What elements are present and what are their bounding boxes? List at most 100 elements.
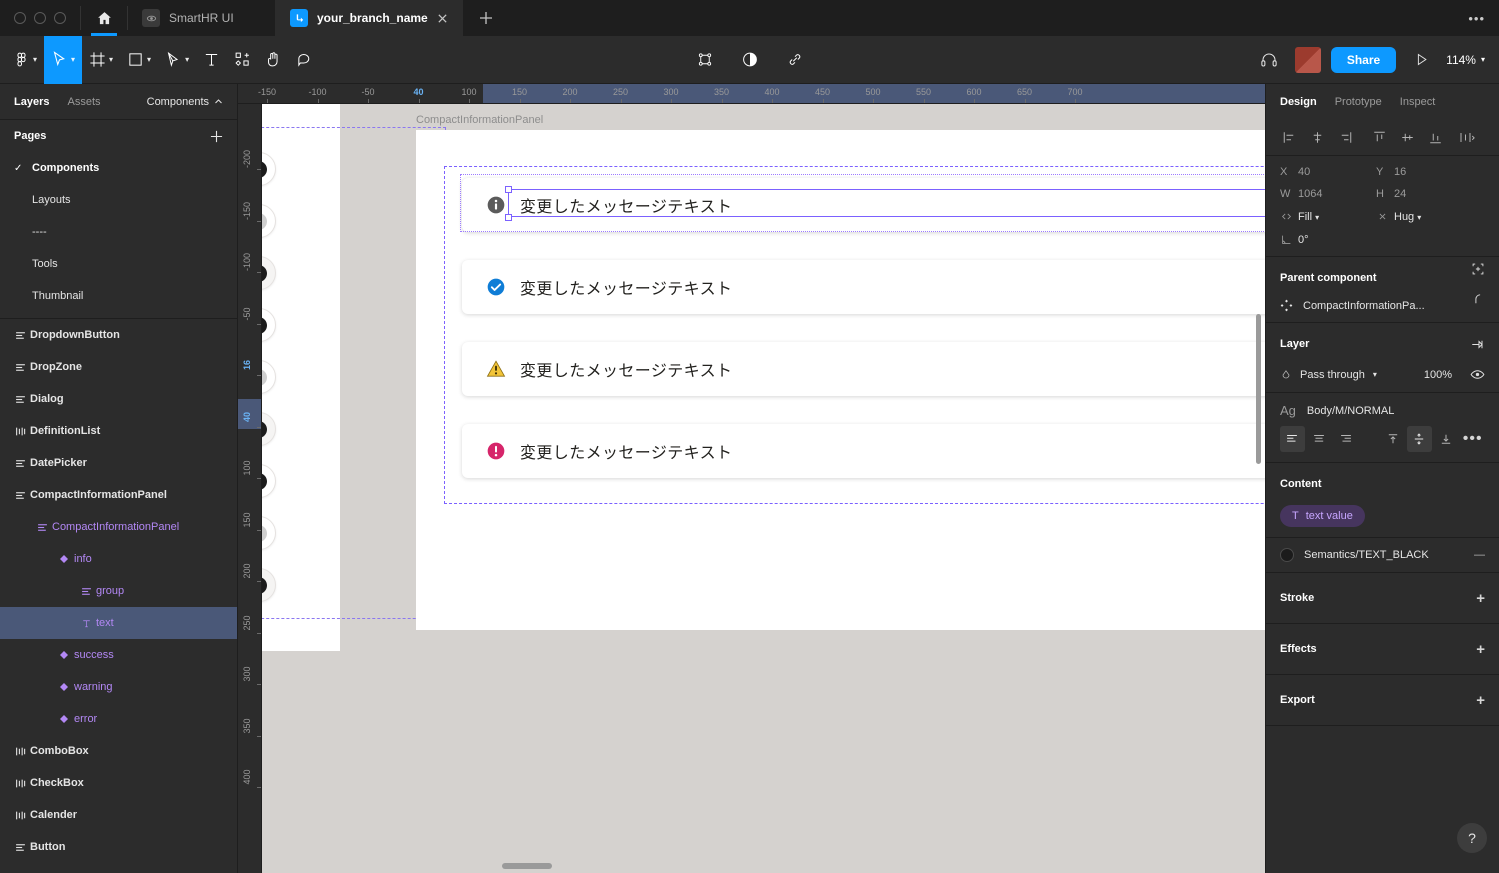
apply-layer-style-icon[interactable]: [1470, 337, 1485, 352]
x-value[interactable]: 40: [1298, 166, 1376, 178]
remove-fill-button[interactable]: —: [1474, 549, 1485, 561]
minimize-window-dot[interactable]: [34, 12, 46, 24]
library-selector[interactable]: Components: [147, 96, 223, 108]
information-panel-success[interactable]: 変更したメッセージテキスト: [462, 260, 1265, 314]
parent-component-row[interactable]: CompactInformationPa...: [1280, 299, 1485, 312]
close-icon[interactable]: ✕: [262, 525, 267, 542]
layer-item-group[interactable]: group: [0, 575, 237, 607]
close-icon[interactable]: ✕: [262, 577, 267, 594]
visibility-eye-icon[interactable]: [1470, 367, 1485, 382]
close-window-dot[interactable]: [14, 12, 26, 24]
page-item-layouts[interactable]: Layouts: [0, 184, 237, 216]
vertical-resizing-value[interactable]: Hug ▾: [1394, 211, 1472, 223]
close-icon[interactable]: ✕: [262, 421, 267, 438]
text-style-row[interactable]: Ag Body/M/NORMAL: [1280, 403, 1485, 418]
fill-style-row[interactable]: Semantics/TEXT_BLACK —: [1280, 548, 1485, 562]
page-item--[interactable]: ----: [0, 216, 237, 248]
frame-name-label[interactable]: CompactInformationPanel: [416, 114, 543, 126]
close-icon[interactable]: ✕: [262, 317, 267, 334]
layer-item-text[interactable]: text: [0, 607, 237, 639]
page-item-thumbnail[interactable]: Thumbnail: [0, 280, 237, 312]
help-button[interactable]: ?: [1457, 823, 1487, 853]
text-tool-button[interactable]: [196, 36, 227, 84]
text-align-right-icon[interactable]: [1333, 426, 1358, 452]
tab-assets[interactable]: Assets: [67, 96, 100, 108]
resize-handle-top-left[interactable]: [505, 186, 512, 193]
page-item-tools[interactable]: Tools: [0, 248, 237, 280]
canvas-vertical-scrollbar[interactable]: [1256, 314, 1261, 464]
layer-item-calender[interactable]: Calender: [0, 799, 237, 831]
tab-prototype[interactable]: Prototype: [1335, 96, 1382, 108]
audio-chat-button[interactable]: [1253, 36, 1285, 84]
shape-tool-button[interactable]: ▾: [120, 36, 158, 84]
frame-tool-button[interactable]: ▾: [82, 36, 120, 84]
close-icon[interactable]: ✕: [262, 213, 267, 230]
tab-design[interactable]: Design: [1280, 96, 1317, 108]
text-align-left-icon[interactable]: [1280, 426, 1305, 452]
home-tab-button[interactable]: [81, 0, 127, 36]
layer-item-button[interactable]: Button: [0, 831, 237, 863]
resources-button[interactable]: [227, 36, 258, 84]
new-tab-button[interactable]: [463, 0, 509, 36]
maximize-window-dot[interactable]: [54, 12, 66, 24]
align-vertical-center-icon[interactable]: [1394, 125, 1420, 151]
share-button[interactable]: Share: [1331, 47, 1396, 73]
close-icon[interactable]: ✕: [262, 265, 267, 282]
link-button[interactable]: [779, 36, 810, 84]
close-icon[interactable]: [437, 13, 448, 24]
comment-tool-button[interactable]: [289, 36, 320, 84]
layer-item-success[interactable]: success: [0, 639, 237, 671]
zoom-control[interactable]: 114% ▾: [1446, 53, 1485, 67]
tab-inspect[interactable]: Inspect: [1400, 96, 1435, 108]
horizontal-resizing-value[interactable]: Fill ▾: [1298, 211, 1376, 223]
layer-item-warning[interactable]: warning: [0, 671, 237, 703]
layer-item-dialog[interactable]: Dialog: [0, 383, 237, 415]
artboard-chips[interactable]: ✕ ✕ ✕ ✕ ✕ ✕ ✕ ✕ ✕: [262, 104, 340, 651]
text-valign-middle-icon[interactable]: [1407, 426, 1432, 452]
add-stroke-button[interactable]: +: [1476, 591, 1485, 606]
move-tool-button[interactable]: ▾: [44, 36, 82, 84]
constraints-icon[interactable]: [1471, 262, 1485, 276]
layer-item-error[interactable]: error: [0, 703, 237, 735]
tab-smarthr-ui[interactable]: SmartHR UI: [128, 0, 276, 36]
hand-tool-button[interactable]: [258, 36, 289, 84]
layer-item-combobox[interactable]: ComboBox: [0, 735, 237, 767]
tab-your-branch-name[interactable]: your_branch_name: [276, 0, 463, 36]
add-export-button[interactable]: +: [1476, 693, 1485, 708]
layer-item-datepicker[interactable]: DatePicker: [0, 447, 237, 479]
mask-button[interactable]: [734, 36, 765, 84]
content-property-chip[interactable]: T text value: [1280, 505, 1365, 527]
layer-item-compactinformationpanel[interactable]: CompactInformationPanel: [0, 479, 237, 511]
align-horizontal-center-icon[interactable]: [1304, 125, 1330, 151]
layer-item-dropzone[interactable]: DropZone: [0, 351, 237, 383]
align-right-icon[interactable]: [1332, 125, 1358, 151]
layer-item-checkbox[interactable]: CheckBox: [0, 767, 237, 799]
collaborator-avatars[interactable]: [1295, 47, 1321, 73]
add-effects-button[interactable]: +: [1476, 642, 1485, 657]
canvas-horizontal-scrollbar[interactable]: [502, 863, 552, 869]
pen-tool-button[interactable]: ▾: [158, 36, 196, 84]
align-left-icon[interactable]: [1276, 125, 1302, 151]
w-value[interactable]: 1064: [1298, 188, 1376, 200]
avatar[interactable]: [1295, 47, 1321, 73]
canvas-viewport[interactable]: -150-100-5040100150200250300350400450500…: [238, 84, 1265, 873]
color-swatch[interactable]: [1280, 548, 1294, 562]
opacity-value[interactable]: 100%: [1424, 369, 1452, 381]
text-valign-bottom-icon[interactable]: [1434, 426, 1459, 452]
create-component-button[interactable]: [689, 36, 720, 84]
align-top-icon[interactable]: [1366, 125, 1392, 151]
y-value[interactable]: 16: [1394, 166, 1472, 178]
corner-radius-icon[interactable]: [1471, 292, 1485, 306]
close-icon[interactable]: ✕: [262, 161, 267, 178]
layer-item-info[interactable]: info: [0, 543, 237, 575]
text-valign-top-icon[interactable]: [1380, 426, 1405, 452]
layer-item-definitionlist[interactable]: DefinitionList: [0, 415, 237, 447]
tab-layers[interactable]: Layers: [14, 96, 49, 108]
typography-more-button[interactable]: •••: [1460, 426, 1485, 452]
present-button[interactable]: [1406, 36, 1436, 84]
information-panel-warning[interactable]: 変更したメッセージテキスト: [462, 342, 1265, 396]
selection-text-bounds[interactable]: [508, 189, 1265, 217]
h-value[interactable]: 24: [1394, 188, 1472, 200]
canvas-content[interactable]: ✕ ✕ ✕ ✕ ✕ ✕ ✕ ✕ ✕ CompactInformationPane…: [262, 104, 1265, 873]
align-bottom-icon[interactable]: [1422, 125, 1448, 151]
